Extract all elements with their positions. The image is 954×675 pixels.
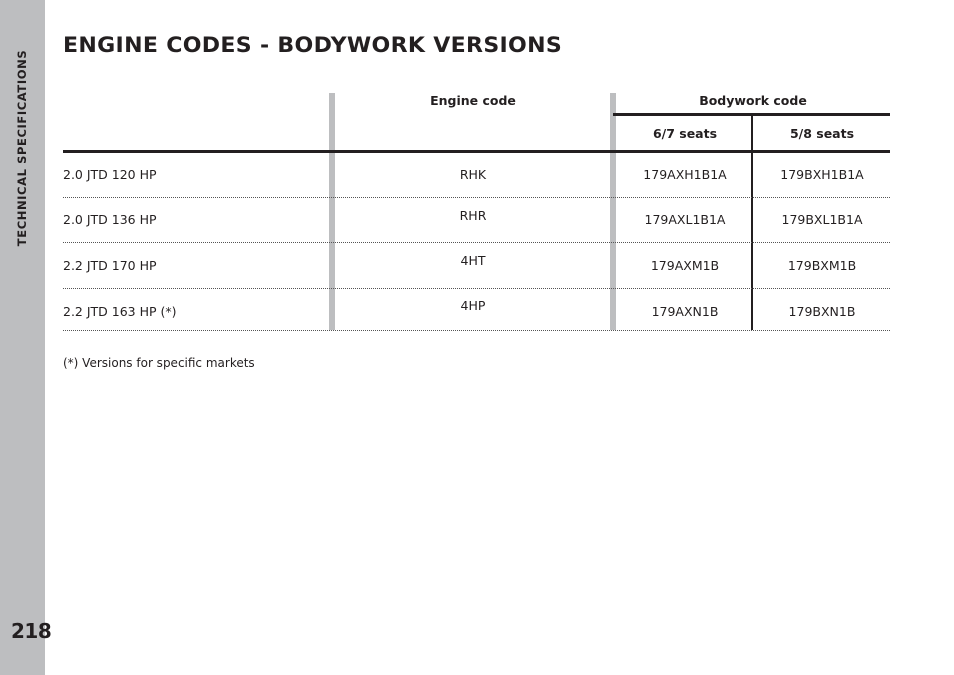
engine-code-cell: RHK — [459, 167, 487, 182]
row-divider — [63, 242, 890, 243]
header-rule — [613, 113, 890, 116]
row-divider — [63, 288, 890, 289]
page-number: 218 — [11, 619, 52, 643]
bodywork-code-cell: 179AXN1B — [651, 304, 719, 319]
bodywork-code-cell: 179BXL1B1A — [781, 212, 863, 227]
bodywork-code-cell: 179AXH1B1A — [643, 167, 727, 182]
engine-code-cell: 4HT — [460, 253, 486, 268]
header-bodywork-code: Bodywork code — [699, 93, 807, 108]
version-cell: 2.0 JTD 136 HP — [63, 212, 157, 227]
column-divider — [329, 93, 335, 330]
bodywork-code-cell: 179BXN1B — [788, 304, 856, 319]
engine-codes-table: Engine code Bodywork code 6/7 seats 5/8 … — [63, 93, 890, 333]
header-engine-code: Engine code — [430, 93, 516, 108]
column-divider — [751, 115, 753, 330]
engine-code-cell: RHR — [459, 208, 487, 223]
version-cell: 2.2 JTD 163 HP (*) — [63, 304, 177, 319]
sidebar: TECHNICAL SPECIFICATIONS 218 — [0, 0, 52, 675]
header-seats-6-7: 6/7 seats — [652, 126, 718, 141]
version-cell: 2.0 JTD 120 HP — [63, 167, 157, 182]
bodywork-code-cell: 179AXL1B1A — [644, 212, 726, 227]
section-title: TECHNICAL SPECIFICATIONS — [15, 49, 29, 247]
bodywork-code-cell: 179BXH1B1A — [780, 167, 864, 182]
header-rule — [63, 150, 890, 153]
column-divider — [610, 93, 616, 330]
version-cell: 2.2 JTD 170 HP — [63, 258, 157, 273]
row-divider — [63, 197, 890, 198]
engine-code-cell: 4HP — [460, 298, 486, 313]
header-seats-5-8: 5/8 seats — [789, 126, 855, 141]
footnote: (*) Versions for specific markets — [63, 356, 255, 370]
bodywork-code-cell: 179BXM1B — [787, 258, 857, 273]
bodywork-code-cell: 179AXM1B — [650, 258, 720, 273]
row-divider — [63, 330, 890, 331]
page-title: ENGINE CODES - BODYWORK VERSIONS — [63, 33, 563, 57]
